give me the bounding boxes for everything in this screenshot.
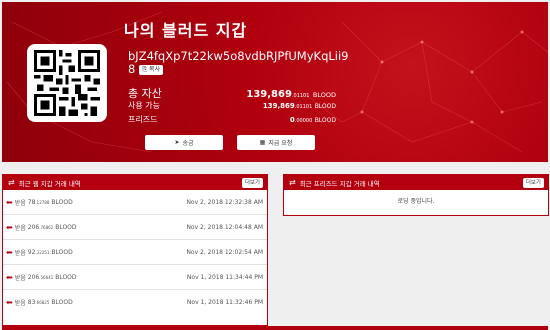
tx-date: Nov 2, 2018 12:32:38 AM: [186, 198, 263, 206]
frozen-balance-unit: BLOOD: [314, 117, 336, 124]
paper-plane-icon: ➤: [174, 139, 180, 146]
tx-date: Nov 1, 2018 11:32:46 PM: [186, 298, 263, 306]
tx-type: 받음: [14, 224, 26, 232]
exchange-icon: ⇄: [8, 178, 15, 187]
frozen-balance-label: 프리즈드: [128, 115, 158, 124]
tx-summary: ⬅ 받음 206.56641 BLOOD: [6, 273, 77, 282]
available-balance-value: 139,869.01101 BLOOD: [263, 102, 336, 110]
copy-label: 복사: [149, 65, 161, 73]
arrow-left-icon: ⬅: [6, 197, 13, 207]
tx-amount-dec: .66825: [35, 299, 50, 305]
total-balance-value: 139,869.01101 BLOOD: [246, 89, 336, 100]
arrow-left-icon: ⬅: [6, 247, 13, 257]
frozen-wallet-panel-title: 최근 프리즈드 지갑 거래 내역: [299, 179, 380, 188]
total-balance-int: 139,869: [246, 89, 292, 100]
arrow-left-icon: ⬅: [6, 222, 13, 232]
copy-address-button[interactable]: ⎘ 복사: [139, 64, 164, 75]
send-button[interactable]: ➤ 송금: [145, 135, 223, 150]
total-balance-label: 총 자산: [128, 87, 162, 100]
web-wallet-panel-title: 최근 웹 지갑 거래 내역: [18, 179, 81, 188]
tx-amount-dec: .76862: [39, 224, 54, 230]
available-balance-dec: .01101: [294, 104, 313, 110]
tx-type: 받음: [14, 299, 26, 307]
tx-amount: 92.32251: [28, 249, 50, 256]
frozen-wallet-panel-header: ⇄ 최근 프리즈드 지갑 거래 내역 더보기: [284, 175, 548, 190]
qrcode-icon: ▦: [259, 139, 266, 146]
frozen-balance: 프리즈드 0.00000 BLOOD: [128, 114, 336, 125]
table-row[interactable]: ⬅ 받음 83.66825 BLOOD Nov 1, 2018 11:32:46 …: [3, 290, 267, 314]
exchange-icon: ⇄: [289, 178, 296, 187]
wallet-address: bJZ4fqXp7t22kw5o8vdbRJPfUMyKqLii98 ⎘ 복사: [128, 50, 353, 76]
loading-message: 로딩 중입니다.: [397, 198, 435, 205]
tx-unit: BLOOD: [51, 298, 73, 306]
total-balance: 총 자산 139,869.01101 BLOOD: [128, 85, 336, 101]
total-balance-dec: .01101: [291, 93, 310, 99]
frozen-balance-value: 0.00000 BLOOD: [290, 116, 336, 124]
tx-amount-int: 206: [27, 273, 40, 281]
arrow-left-icon: ⬅: [6, 297, 13, 307]
tx-amount: 206.76862: [28, 224, 53, 231]
total-balance-unit: BLOOD: [312, 91, 336, 99]
tx-amount-dec: .12788: [35, 199, 50, 205]
tx-summary: ⬅ 받음 78.12788 BLOOD: [6, 198, 73, 207]
tx-date: Nov 2, 2018 12:02:54 AM: [186, 248, 263, 256]
tx-amount: 78.12788: [28, 199, 50, 206]
request-label: 지급 요청: [268, 140, 293, 147]
frozen-balance-dec: .00000: [294, 118, 313, 124]
web-wallet-more-button[interactable]: 더보기: [241, 178, 263, 188]
arrow-left-icon: ⬅: [6, 272, 13, 282]
tx-amount: 83.66825: [28, 299, 50, 306]
available-balance: 사용 가능 139,869.01101 BLOOD: [128, 100, 336, 111]
tx-amount-dec: .32251: [35, 249, 50, 255]
frozen-wallet-panel: ⇄ 최근 프리즈드 지갑 거래 내역 더보기 로딩 중입니다.: [283, 174, 549, 216]
tx-type: 받음: [14, 199, 26, 207]
tx-unit: BLOOD: [51, 248, 73, 256]
tx-type: 받음: [14, 274, 26, 282]
available-balance-label: 사용 가능: [128, 101, 160, 110]
web-wallet-tx-list: ⬅ 받음 78.12788 BLOOD Nov 2, 2018 12:32:38 …: [3, 190, 267, 314]
table-row[interactable]: ⬅ 받음 78.12788 BLOOD Nov 2, 2018 12:32:38 …: [3, 190, 267, 215]
tx-unit: BLOOD: [51, 198, 73, 206]
tx-date: Nov 1, 2018 11:34:44 PM: [186, 273, 263, 281]
tx-date: Nov 2, 2018 12:04:48 AM: [186, 223, 263, 231]
available-balance-int: 139,869: [262, 102, 295, 110]
tx-amount: 206.56641: [28, 274, 53, 281]
send-label: 송금: [182, 140, 194, 147]
tx-unit: BLOOD: [55, 273, 77, 281]
wallet-hero: 나의 블러드 지갑 bJZ4fqXp7t22kw5o8vdbRJPfUMyKqL…: [2, 2, 548, 162]
tx-type: 받음: [14, 249, 26, 257]
qr-code: [27, 44, 107, 122]
footer-strip: [2, 326, 548, 330]
tx-unit: BLOOD: [55, 223, 77, 231]
qr-code-icon: [34, 50, 100, 116]
tx-summary: ⬅ 받음 206.76862 BLOOD: [6, 223, 77, 232]
table-row[interactable]: ⬅ 받음 92.32251 BLOOD Nov 2, 2018 12:02:54 …: [3, 240, 267, 265]
tx-summary: ⬅ 받음 83.66825 BLOOD: [6, 298, 73, 307]
table-row[interactable]: ⬅ 받음 206.76862 BLOOD Nov 2, 2018 12:04:48…: [3, 215, 267, 240]
available-balance-unit: BLOOD: [314, 103, 336, 110]
tx-summary: ⬅ 받음 92.32251 BLOOD: [6, 248, 73, 257]
page-title: 나의 블러드 지갑: [124, 21, 248, 40]
tx-amount-int: 206: [27, 223, 40, 231]
web-wallet-panel-header: ⇄ 최근 웹 지갑 거래 내역 더보기: [3, 175, 267, 190]
table-row[interactable]: ⬅ 받음 206.56641 BLOOD Nov 1, 2018 11:34:44…: [3, 265, 267, 290]
request-payment-button[interactable]: ▦ 지급 요청: [237, 135, 315, 150]
frozen-wallet-more-button[interactable]: 더보기: [522, 178, 544, 188]
web-wallet-panel: ⇄ 최근 웹 지갑 거래 내역 더보기 ⬅ 받음 78.12788 BLOOD N…: [2, 174, 268, 326]
tx-amount-dec: .56641: [39, 274, 54, 280]
